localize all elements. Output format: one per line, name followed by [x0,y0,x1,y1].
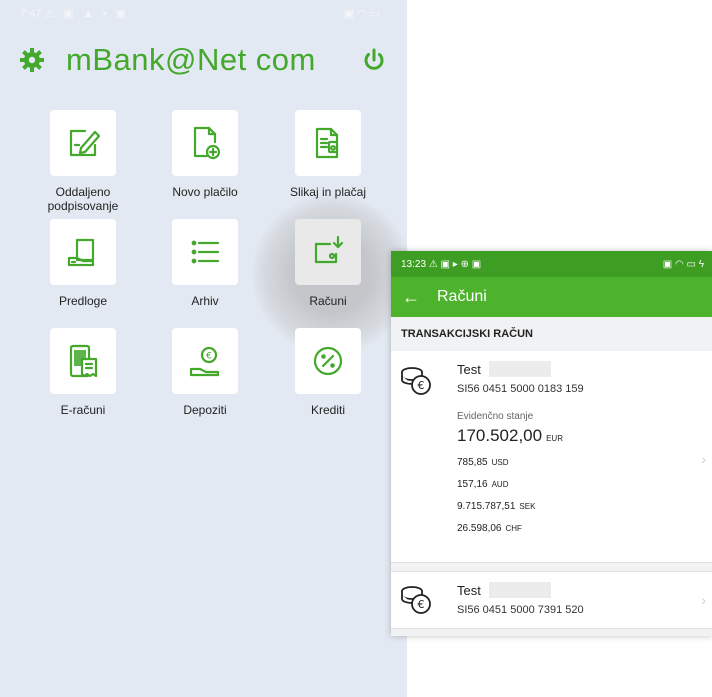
account-iban: SI56 0451 5000 7391 520 [457,604,584,616]
svg-text:€: € [418,379,425,392]
status-bar: 13:23 ⚠ ▣ ▸ ⊕ ▣ ▣ ◠ ▭ ϟ [391,251,712,277]
app-title: mBank@Net com [66,42,316,77]
balance-value: 157,16 [457,479,488,490]
tile-templates[interactable]: Predloge [23,219,143,308]
status-time: 13:23 [401,258,427,270]
redacted-block [488,582,551,598]
status-right-icons: ▣ ◠ ▭ [343,8,381,20]
wallet-download-icon [295,219,361,285]
tile-label: Oddaljeno podpisovanje [47,185,119,213]
section-header: TRANSAKCIJSKI RAČUN [401,328,534,340]
status-icons: ⚠ ▣ ▸ ⊕ ▣ [428,258,482,270]
balance-main: 170.502,00 EUR [457,426,712,446]
account-card[interactable]: € Test SI56 0451 5000 0183 159 Evidenčno… [391,351,712,563]
account-iban: SI56 0451 5000 0183 159 [457,383,584,395]
back-arrow-icon[interactable]: ← [391,287,431,308]
balance-label: Evidenčno stanje [457,411,534,422]
tile-scan-and-pay[interactable]: Slikaj in plačaj [268,110,388,199]
add-document-icon [172,110,238,176]
account-card[interactable]: € Test SI56 0451 5000 7391 520 › [391,571,712,629]
power-icon[interactable] [360,46,388,74]
balance-row: 785,85 USD [457,457,712,468]
tile-loans[interactable]: Krediti [268,328,388,417]
app-bar: ← Računi [391,277,712,317]
balance-value: 9.715.787,51 [457,501,516,512]
tile-label: Predloge [58,294,108,308]
balance-value: 785,85 [457,457,488,468]
tile-label: Krediti [310,403,345,417]
svg-text:€: € [206,352,212,362]
balance-value: 26.598,06 [457,523,502,534]
tile-deposits[interactable]: € Depoziti [145,328,265,417]
chevron-right-icon: › [701,451,706,467]
tile-label: Slikaj in plačaj [289,185,367,199]
tile-label: Računi [309,294,347,308]
status-right-icons: ▣ ◠ ▭ ϟ [662,258,704,270]
coins-euro-icon: € [401,367,431,395]
hand-document-icon [50,219,116,285]
balance-row: 157,16 AUD [457,479,712,490]
tile-label: Novo plačilo [172,185,238,199]
balance-currency: USD [491,458,509,467]
status-icons: ⚠ ▣ ▲ • ▣ · [44,8,142,20]
app-header: mBank@Net com [18,40,388,80]
tile-new-payment[interactable]: Novo plačilo [145,110,265,199]
tile-label: Arhiv [191,294,219,308]
tile-label: Depoziti [183,403,227,417]
hand-coin-icon: € [172,328,238,394]
scan-invoice-icon [295,110,361,176]
account-name: Test [457,361,481,377]
tile-archive[interactable]: Arhiv [145,219,265,308]
svg-text:€: € [418,598,425,611]
balance-currency: EUR [546,434,563,443]
balance-value: 170.502,00 [457,426,543,445]
balance-currency: AUD [491,480,509,489]
balance-currency: SEK [519,502,536,511]
page-title: Računi [437,288,487,305]
account-name: Test [457,582,481,598]
accounts-screen: 13:23 ⚠ ▣ ▸ ⊕ ▣ ▣ ◠ ▭ ϟ ← Računi TRANSAK… [391,251,712,636]
coins-euro-icon: € [401,586,431,614]
home-screen: 7:47 ⚠ ▣ ▲ • ▣ · ▣ ◠ ▭ mBank@Net com Odd… [0,0,412,697]
tile-label: E-računi [60,403,106,417]
tile-accounts[interactable]: Računi [268,219,388,308]
balance-currency: CHF [505,524,522,533]
chevron-right-icon: › [701,592,706,608]
status-bar: 7:47 ⚠ ▣ ▲ • ▣ · ▣ ◠ ▭ [20,7,380,23]
balance-row: 26.598,06 CHF [457,523,712,534]
tile-remote-signing[interactable]: Oddaljeno podpisovanje [23,110,143,213]
percent-circle-icon [295,328,361,394]
balance-row: 9.715.787,51 SEK [457,501,712,512]
tile-e-invoices[interactable]: E-računi [23,328,143,417]
phone-receipt-icon [50,328,116,394]
gear-icon[interactable] [18,46,46,74]
status-time: 7:47 [20,8,42,20]
pen-document-icon [50,110,116,176]
redacted-block [488,361,551,377]
list-icon [172,219,238,285]
